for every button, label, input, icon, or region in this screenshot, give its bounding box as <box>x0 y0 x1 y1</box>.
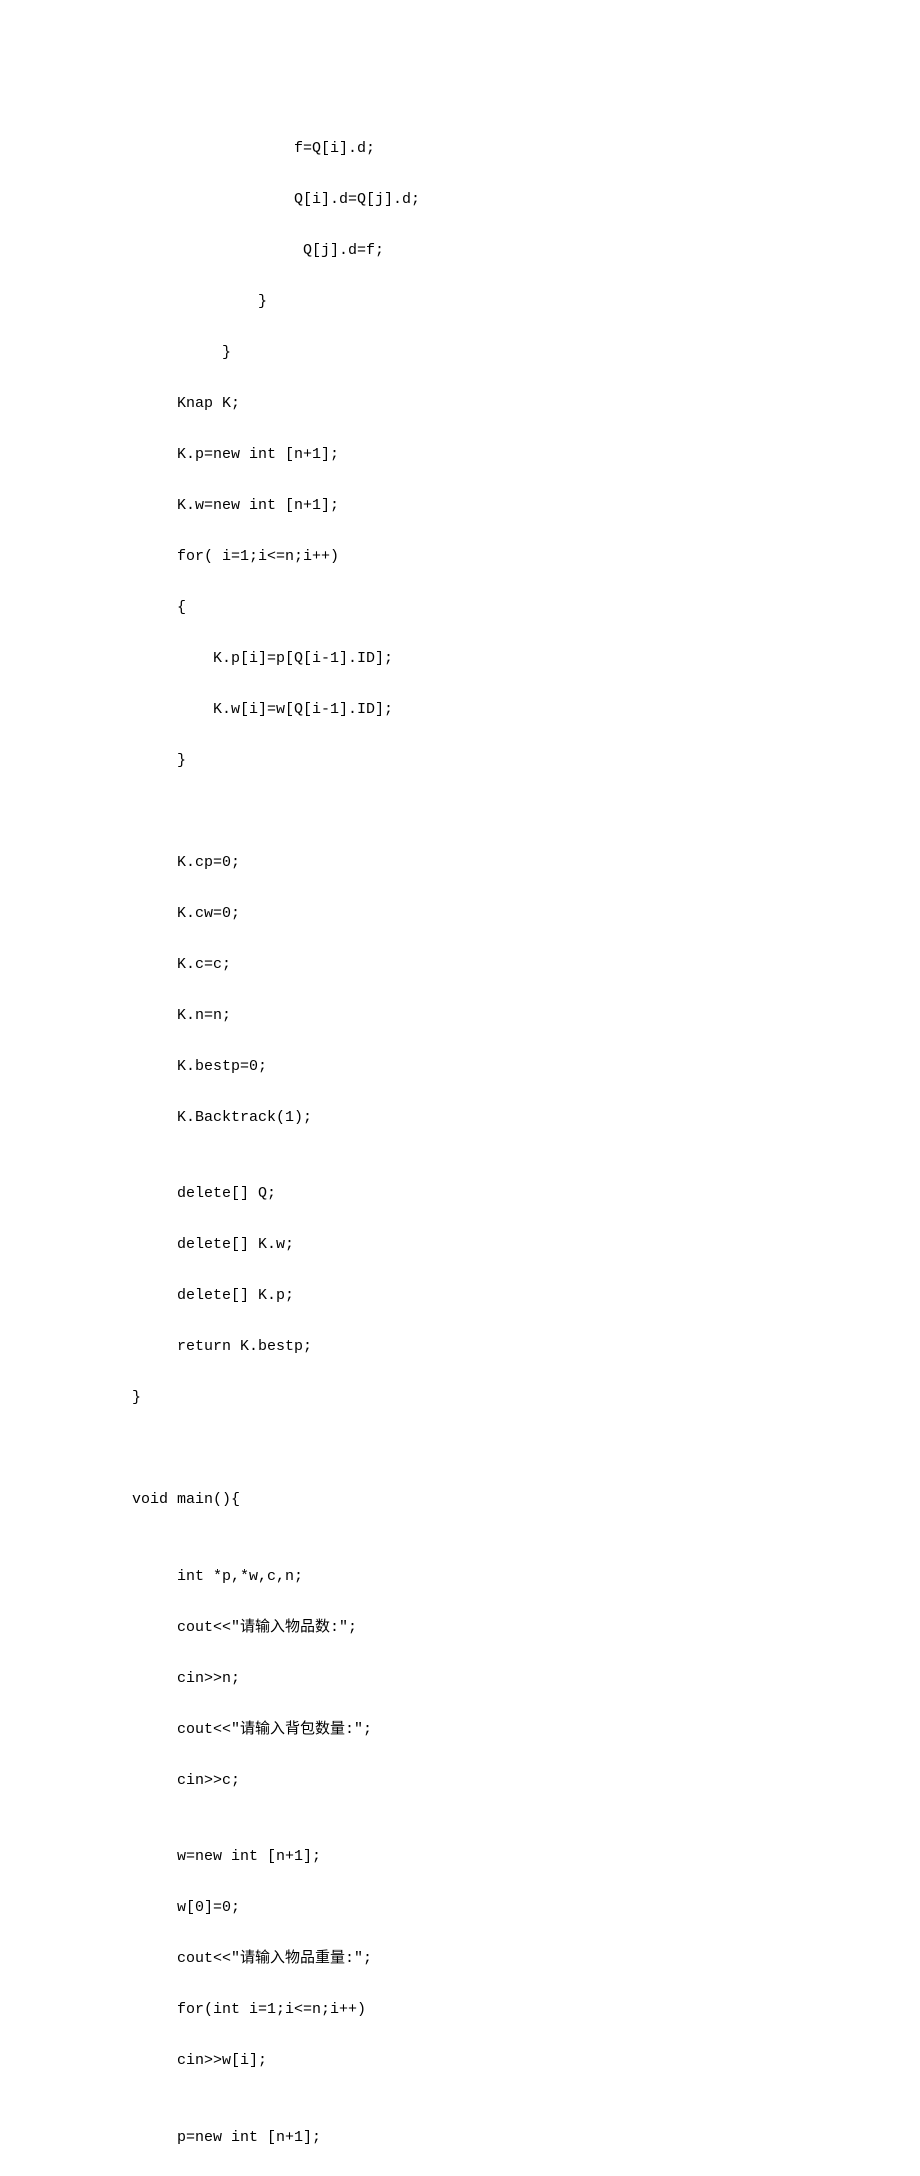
code-line: K.cw=0; <box>132 901 840 927</box>
code-line: K.n=n; <box>132 1003 840 1029</box>
code-line: } <box>132 748 840 774</box>
code-line: K.Backtrack(1); <box>132 1105 840 1131</box>
code-line: delete[] K.p; <box>132 1283 840 1309</box>
code-line: cin>>n; <box>132 1666 840 1692</box>
code-line: return K.bestp; <box>132 1334 840 1360</box>
code-line: p=new int [n+1]; <box>132 2125 840 2151</box>
code-line: Q[j].d=f; <box>132 238 840 264</box>
code-line: delete[] K.w; <box>132 1232 840 1258</box>
code-line: } <box>132 1385 840 1411</box>
code-line: cin>>w[i]; <box>132 2048 840 2074</box>
code-line: for( i=1;i<=n;i++) <box>132 544 840 570</box>
code-line: cout<<"请输入物品数:"; <box>132 1615 840 1641</box>
code-line: for(int i=1;i<=n;i++) <box>132 1997 840 2023</box>
code-line: K.cp=0; <box>132 850 840 876</box>
code-line: K.p[i]=p[Q[i-1].ID]; <box>132 646 840 672</box>
code-line: K.w[i]=w[Q[i-1].ID]; <box>132 697 840 723</box>
code-document: f=Q[i].d; Q[i].d=Q[j].d; Q[j].d=f; } } K… <box>0 0 920 2176</box>
code-line: } <box>132 289 840 315</box>
code-line: int *p,*w,c,n; <box>132 1564 840 1590</box>
code-line: delete[] Q; <box>132 1181 840 1207</box>
code-line: { <box>132 595 840 621</box>
code-line: void main(){ <box>132 1487 840 1513</box>
code-line: cin>>c; <box>132 1768 840 1794</box>
code-line: w=new int [n+1]; <box>132 1844 840 1870</box>
code-line: f=Q[i].d; <box>132 136 840 162</box>
code-line: K.c=c; <box>132 952 840 978</box>
code-line: } <box>132 340 840 366</box>
code-line: Knap K; <box>132 391 840 417</box>
code-line: K.w=new int [n+1]; <box>132 493 840 519</box>
code-line: cout<<"请输入背包数量:"; <box>132 1717 840 1743</box>
code-line: cout<<"请输入物品重量:"; <box>132 1946 840 1972</box>
code-line: Q[i].d=Q[j].d; <box>132 187 840 213</box>
code-line: K.p=new int [n+1]; <box>132 442 840 468</box>
code-line: w[0]=0; <box>132 1895 840 1921</box>
code-line: K.bestp=0; <box>132 1054 840 1080</box>
